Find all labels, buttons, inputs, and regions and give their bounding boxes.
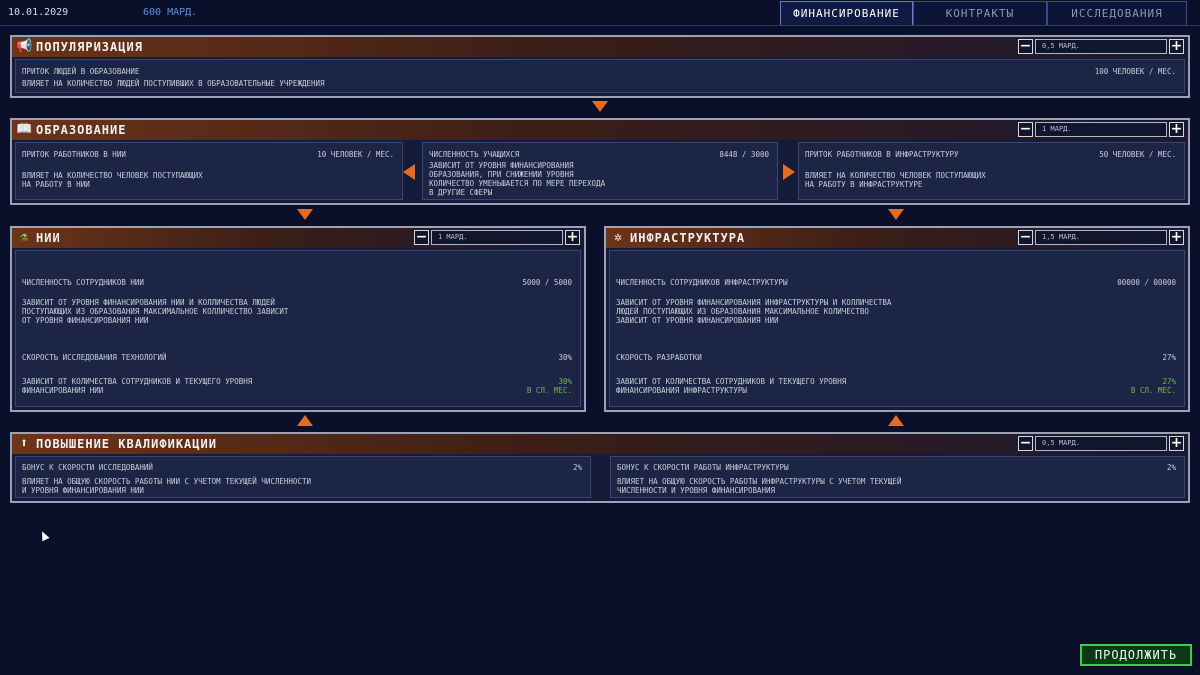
infra-title: ИНФРАСТРУКТУРА <box>630 231 746 245</box>
infra-header: ✲ ИНФРАСТРУКТУРА − 1,5 МАРД. + <box>606 228 1188 248</box>
nii-speed-label: СКОРОСТЬ ИССЛЕДОВАНИЯ ТЕХНОЛОГИЙ <box>22 353 167 362</box>
nii-amount: 1 МАРД. <box>431 230 563 245</box>
popularization-header: 📢 ПОПУЛЯРИЗАЦИЯ − 0,5 МАРД. + <box>12 37 1188 57</box>
education-nii-inflow: ПРИТОК РАБОТНИКОВ В НИИ 10 ЧЕЛОВЕК / МЕС… <box>15 142 403 200</box>
qualification-research-bonus: БОНУС К СКОРОСТИ ИССЛЕДОВАНИЙ 2% ВЛИЯЕТ … <box>15 456 591 498</box>
popularization-value: 100 ЧЕЛОВЕК / МЕС. <box>1094 67 1176 76</box>
infra-staff-value: 00000 / 00000 <box>1117 278 1176 287</box>
research-bonus-label: БОНУС К СКОРОСТИ ИССЛЕДОВАНИЙ <box>22 463 153 472</box>
nii-staff-value: 5000 / 5000 <box>522 278 572 287</box>
research-bonus-value: 2% <box>572 463 582 472</box>
education-infra-inflow: ПРИТОК РАБОТНИКОВ В ИНФРАСТРУКТУРУ 50 ЧЕ… <box>798 142 1185 200</box>
nii-speed-value: 30% <box>558 353 572 362</box>
infra-bonus-label: БОНУС К СКОРОСТИ РАБОТЫ ИНФРАСТРУКТУРЫ <box>617 463 789 472</box>
mouse-cursor-icon <box>38 529 50 542</box>
nii-speed-delta: 30% <box>558 377 572 386</box>
continue-button[interactable]: ПРОДОЛЖИТЬ <box>1080 644 1192 666</box>
infra-bonus-value: 2% <box>1166 463 1176 472</box>
qualification-infra-bonus: БОНУС К СКОРОСТИ РАБОТЫ ИНФРАСТРУКТУРЫ 2… <box>610 456 1185 498</box>
budget-amount: 600 МАРД. <box>143 7 198 18</box>
nii-info: ЧИСЛЕННОСТЬ СОТРУДНИКОВ НИИ 5000 / 5000 … <box>15 250 581 407</box>
tab-contracts[interactable]: КОНТРАКТЫ <box>913 1 1047 25</box>
infra-bonus-desc: ВЛИЯЕТ НА ОБЩУЮ СКОРОСТЬ РАБОТЫ ИНФРАСТР… <box>617 477 902 495</box>
infra-plus-button[interactable]: + <box>1169 230 1184 245</box>
nii-inflow-label: ПРИТОК РАБОТНИКОВ В НИИ <box>22 150 126 159</box>
arrow-up-icon <box>297 415 313 426</box>
education-amount: 1 МАРД. <box>1035 122 1167 137</box>
popularization-panel: 📢 ПОПУЛЯРИЗАЦИЯ − 0,5 МАРД. + ПРИТОК ЛЮД… <box>10 35 1190 98</box>
infra-staff-label: ЧИСЛЕННОСТЬ СОТРУДНИКОВ ИНФРАСТРУКТУРЫ <box>616 278 788 287</box>
nii-speed-delta-unit: В СЛ. МЕС. <box>526 386 572 395</box>
infra-speed-value: 27% <box>1162 353 1176 362</box>
infra-info: ЧИСЛЕННОСТЬ СОТРУДНИКОВ ИНФРАСТРУКТУРЫ 0… <box>609 250 1185 407</box>
popularization-minus-button[interactable]: − <box>1018 39 1033 54</box>
nii-header: ⚗ НИИ − 1 МАРД. + <box>12 228 584 248</box>
education-header: 📖 ОБРАЗОВАНИЕ − 1 МАРД. + <box>12 120 1188 140</box>
infra-inflow-label: ПРИТОК РАБОТНИКОВ В ИНФРАСТРУКТУРУ <box>805 150 959 159</box>
students-value: 8448 / 3000 <box>719 150 769 159</box>
infra-panel: ✲ ИНФРАСТРУКТУРА − 1,5 МАРД. + ЧИСЛЕННОС… <box>604 226 1190 412</box>
popularization-label: ПРИТОК ЛЮДЕЙ В ОБРАЗОВАНИЕ <box>22 67 140 76</box>
tab-research[interactable]: ИССЛЕДОВАНИЯ <box>1047 1 1187 25</box>
education-students: ЧИСЛЕННОСТЬ УЧАЩИХСЯ 8448 / 3000 ЗАВИСИТ… <box>422 142 778 200</box>
book-icon: 📖 <box>16 122 33 137</box>
arrow-up-icon: ⬆ <box>20 436 28 451</box>
arrow-right-icon <box>783 164 795 180</box>
popularization-amount: 0,5 МАРД. <box>1035 39 1167 54</box>
qualification-title: ПОВЫШЕНИЕ КВАЛИФИКАЦИИ <box>36 437 217 451</box>
nii-inflow-value: 10 ЧЕЛОВЕК / МЕС. <box>317 150 394 159</box>
education-plus-button[interactable]: + <box>1169 122 1184 137</box>
nii-panel: ⚗ НИИ − 1 МАРД. + ЧИСЛЕННОСТЬ СОТРУДНИКО… <box>10 226 586 412</box>
nii-speed-desc: ЗАВИСИТ ОТ КОЛИЧЕСТВА СОТРУДНИКОВ И ТЕКУ… <box>22 377 253 395</box>
megaphone-icon: 📢 <box>16 39 33 54</box>
nii-plus-button[interactable]: + <box>565 230 580 245</box>
popularization-info: ПРИТОК ЛЮДЕЙ В ОБРАЗОВАНИЕ 100 ЧЕЛОВЕК /… <box>15 59 1185 93</box>
nii-title: НИИ <box>36 231 61 245</box>
infra-minus-button[interactable]: − <box>1018 230 1033 245</box>
education-minus-button[interactable]: − <box>1018 122 1033 137</box>
infra-inflow-value: 50 ЧЕЛОВЕК / МЕС. <box>1099 150 1176 159</box>
qualification-plus-button[interactable]: + <box>1169 436 1184 451</box>
tab-funding[interactable]: ФИНАНСИРОВАНИЕ <box>780 1 913 25</box>
infra-speed-delta-unit: В СЛ. МЕС. <box>1130 386 1176 395</box>
popularization-title: ПОПУЛЯРИЗАЦИЯ <box>36 40 143 54</box>
infra-amount: 1,5 МАРД. <box>1035 230 1167 245</box>
qualification-minus-button[interactable]: − <box>1018 436 1033 451</box>
popularization-plus-button[interactable]: + <box>1169 39 1184 54</box>
infra-speed-label: СКОРОСТЬ РАЗРАБОТКИ <box>616 353 702 362</box>
nii-inflow-desc: ВЛИЯЕТ НА КОЛИЧЕСТВО ЧЕЛОВЕК ПОСТУПАЮЩИХ… <box>22 171 203 189</box>
qualification-header: ⬆ ПОВЫШЕНИЕ КВАЛИФИКАЦИИ − 0,5 МАРД. + <box>12 434 1188 454</box>
nii-minus-button[interactable]: − <box>414 230 429 245</box>
arrow-left-icon <box>403 164 415 180</box>
infra-inflow-desc: ВЛИЯЕТ НА КОЛИЧЕСТВО ЧЕЛОВЕК ПОСТУПАЮЩИХ… <box>805 171 986 189</box>
game-date: 10.01.2029 <box>8 7 69 18</box>
students-label: ЧИСЛЕННОСТЬ УЧАЩИХСЯ <box>429 150 520 159</box>
students-desc: ЗАВИСИТ ОТ УРОВНЯ ФИНАНСИРОВАНИЯ ОБРАЗОВ… <box>429 161 606 197</box>
nii-staff-desc: ЗАВИСИТ ОТ УРОВНЯ ФИНАНСИРОВАНИЯ НИИ И К… <box>22 298 289 325</box>
qualification-panel: ⬆ ПОВЫШЕНИЕ КВАЛИФИКАЦИИ − 0,5 МАРД. + Б… <box>10 432 1190 503</box>
education-panel: 📖 ОБРАЗОВАНИЕ − 1 МАРД. + ПРИТОК РАБОТНИ… <box>10 118 1190 205</box>
arrow-down-icon <box>297 209 313 220</box>
popularization-desc: ВЛИЯЕТ НА КОЛИЧЕСТВО ЛЮДЕЙ ПОСТУПИВШИХ В… <box>22 79 325 88</box>
qualification-amount: 0,5 МАРД. <box>1035 436 1167 451</box>
tools-icon: ✲ <box>614 230 622 245</box>
arrow-down-icon <box>888 209 904 220</box>
arrow-up-icon <box>888 415 904 426</box>
infra-speed-delta: 27% <box>1162 377 1176 386</box>
infra-speed-desc: ЗАВИСИТ ОТ КОЛИЧЕСТВА СОТРУДНИКОВ И ТЕКУ… <box>616 377 847 395</box>
flask-icon: ⚗ <box>20 230 28 245</box>
infra-staff-desc: ЗАВИСИТ ОТ УРОВНЯ ФИНАНСИРОВАНИЯ ИНФРАСТ… <box>616 298 892 325</box>
nii-staff-label: ЧИСЛЕННОСТЬ СОТРУДНИКОВ НИИ <box>22 278 144 287</box>
arrow-down-icon <box>592 101 608 112</box>
research-bonus-desc: ВЛИЯЕТ НА ОБЩУЮ СКОРОСТЬ РАБОТЫ НИИ С УЧ… <box>22 477 311 495</box>
education-title: ОБРАЗОВАНИЕ <box>36 123 127 137</box>
